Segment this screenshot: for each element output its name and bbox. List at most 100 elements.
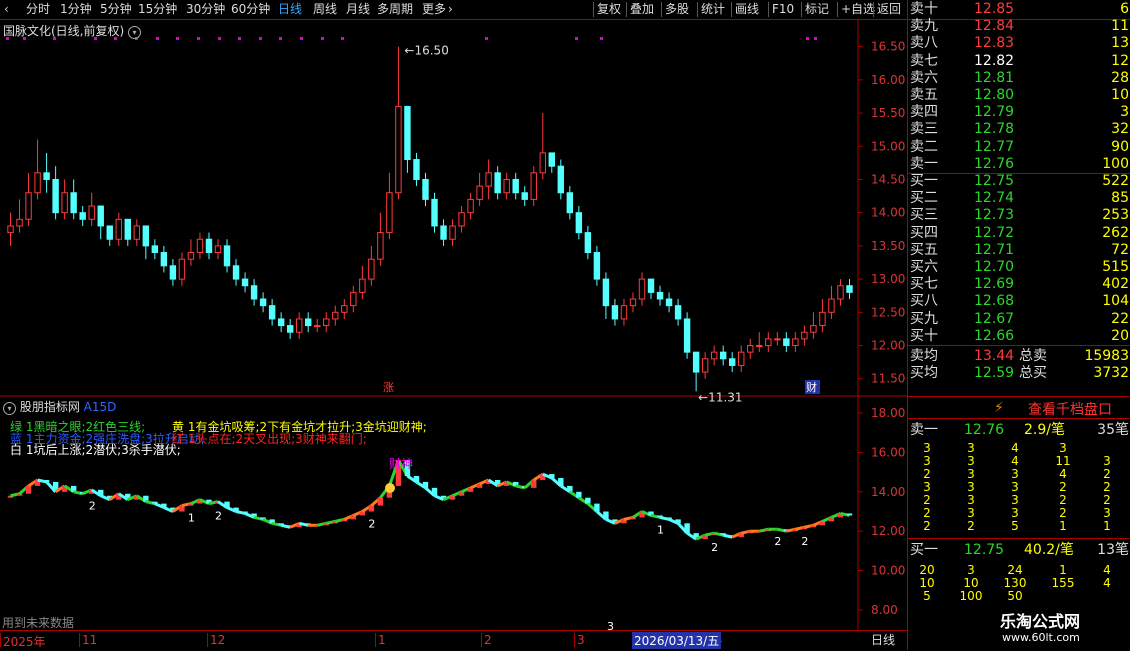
depth-button[interactable]: 查看千档盘口 (1028, 399, 1112, 419)
candle-body (440, 225, 447, 240)
sell-row[interactable]: 卖十 12.85 6 (908, 0, 1130, 18)
candle-body (548, 152, 555, 167)
sell1-depth-header[interactable]: 卖一 12.76 2.9/笔 35笔 (908, 421, 1130, 439)
action-button-0[interactable]: 复权 (597, 1, 621, 18)
candle-body (368, 258, 375, 280)
sell1-grid-cell: 2 (1059, 506, 1067, 520)
order-price: 12.83 (974, 35, 1015, 52)
period-tab-6[interactable]: 日线 (278, 1, 302, 18)
buy-row[interactable]: 买七 12.69 402 (908, 275, 1130, 293)
period-tab-5[interactable]: 60分钟 (231, 1, 270, 18)
action-button-8[interactable]: 返回 (877, 1, 901, 18)
toolbar-separator (626, 2, 627, 17)
chevron-right-icon[interactable]: › (448, 2, 453, 16)
order-qty: 253 (1102, 207, 1129, 224)
period-tab-8[interactable]: 月线 (346, 1, 370, 18)
action-button-3[interactable]: 统计 (701, 1, 725, 18)
period-label[interactable]: 日线 (860, 631, 906, 649)
buy-row[interactable]: 买五 12.71 72 (908, 241, 1130, 259)
sell-row[interactable]: 卖一 12.76 100 (908, 155, 1130, 173)
sell1-grid-cell: 4 (1011, 441, 1019, 455)
period-tab-7[interactable]: 周线 (313, 1, 337, 18)
order-price: 12.78 (974, 121, 1015, 138)
action-button-1[interactable]: 叠加 (630, 1, 654, 18)
buy1-depth-header[interactable]: 买一 12.75 40.2/笔 13笔 (908, 541, 1130, 559)
order-label: 卖五 (910, 87, 938, 103)
buy-row[interactable]: 买六 12.70 515 (908, 258, 1130, 276)
action-button-6[interactable]: 标记 (805, 1, 829, 18)
candle-body (169, 265, 177, 280)
buy-row[interactable]: 买二 12.74 85 (908, 189, 1130, 207)
action-button-7[interactable]: +自选 (841, 1, 875, 18)
chevron-down-icon[interactable]: ▾ (3, 402, 16, 415)
sell-row[interactable]: 卖八 12.83 13 (908, 34, 1130, 52)
sell-row[interactable]: 卖五 12.80 10 (908, 86, 1130, 104)
indicator-code: A15D (83, 400, 117, 414)
sell-row[interactable]: 卖九 12.84 11 (908, 17, 1130, 35)
buy-row[interactable]: 买三 12.73 253 (908, 206, 1130, 224)
depth-price: 12.75 (964, 542, 1005, 558)
period-tab-2[interactable]: 5分钟 (100, 1, 132, 18)
kline-chart[interactable]: 16.50 16.00 15.50 15.00 14.50 14.00 13.50 13.00… (0, 20, 907, 630)
sell-row[interactable]: 卖六 12.81 28 (908, 69, 1130, 87)
buy-avg: 12.59 (974, 365, 1015, 381)
indicator-bar (585, 497, 591, 504)
buy-row[interactable]: 买十 12.66 20 (908, 327, 1130, 345)
sell-row[interactable]: 卖三 12.78 32 (908, 120, 1130, 138)
sell1-grid-cell: 3 (967, 467, 975, 481)
candle-body (593, 252, 601, 280)
buy-row[interactable]: 买九 12.67 22 (908, 310, 1130, 328)
sell-row[interactable]: 卖七 12.82 12 (908, 52, 1130, 70)
period-tab-9[interactable]: 多周期 (377, 1, 413, 18)
buy-row[interactable]: 买一 12.75 522 (908, 172, 1130, 190)
candle-body (115, 218, 122, 240)
cursor-date: 2026/03/13/五 (632, 632, 722, 649)
buy1-grid-cell: 4 (1103, 563, 1111, 577)
candle-body (665, 298, 673, 307)
date-label: 1 (378, 633, 386, 647)
period-tab-1[interactable]: 1分钟 (60, 1, 92, 18)
order-price: 12.82 (974, 52, 1015, 69)
candle-body (268, 305, 276, 320)
sell1-grid-cell: 3 (967, 506, 975, 520)
buy-row[interactable]: 买四 12.72 262 (908, 224, 1130, 242)
period-tab-4[interactable]: 30分钟 (186, 1, 225, 18)
total-sell-label: 总卖 (1019, 348, 1047, 364)
candle-body (124, 218, 131, 240)
depth-avg: 2.9/笔 (1024, 422, 1065, 438)
candle-body (566, 192, 574, 214)
period-tab-0[interactable]: 分时 (26, 1, 50, 18)
action-button-2[interactable]: 多股 (665, 1, 689, 18)
candle-body (34, 172, 41, 194)
candle-body (160, 252, 168, 267)
indicator-axis-label: 14.00 (871, 485, 905, 499)
min-price-label: ←11.31 (698, 390, 742, 404)
signal-dot (218, 37, 221, 40)
order-price: 12.71 (974, 241, 1015, 258)
order-price: 12.67 (974, 310, 1015, 327)
date-tick (207, 633, 208, 647)
candle-body (557, 165, 565, 194)
candle-body (530, 172, 537, 200)
period-tab-10[interactable]: 更多 › (422, 1, 453, 18)
signal-dot (156, 37, 159, 40)
sell-row[interactable]: 卖四 12.79 3 (908, 103, 1130, 121)
sell1-grid-cell: 3 (1103, 506, 1111, 520)
sell-row[interactable]: 卖二 12.77 90 (908, 138, 1130, 156)
candle-body (629, 298, 637, 307)
order-qty: 32 (1111, 121, 1129, 138)
action-button-4[interactable]: 画线 (735, 1, 759, 18)
indicator-bar (224, 501, 230, 508)
candle-body (638, 278, 646, 300)
sell1-grid-cell: 1 (1103, 519, 1111, 533)
period-tab-3[interactable]: 15分钟 (138, 1, 177, 18)
chart-area[interactable]: 16.50 16.00 15.50 15.00 14.50 14.00 13.50 13.00… (0, 20, 907, 630)
chevron-down-icon[interactable]: ▾ (128, 26, 142, 39)
candle-body (494, 172, 501, 194)
buy1-grid-cell: 155 (1051, 576, 1075, 590)
sell1-grid-cell: 3 (1059, 441, 1067, 455)
buy-row[interactable]: 买八 12.68 104 (908, 292, 1130, 310)
candle-body (810, 325, 817, 333)
chevron-left-icon[interactable]: ‹ (4, 1, 9, 18)
action-button-5[interactable]: F10 (772, 1, 794, 18)
